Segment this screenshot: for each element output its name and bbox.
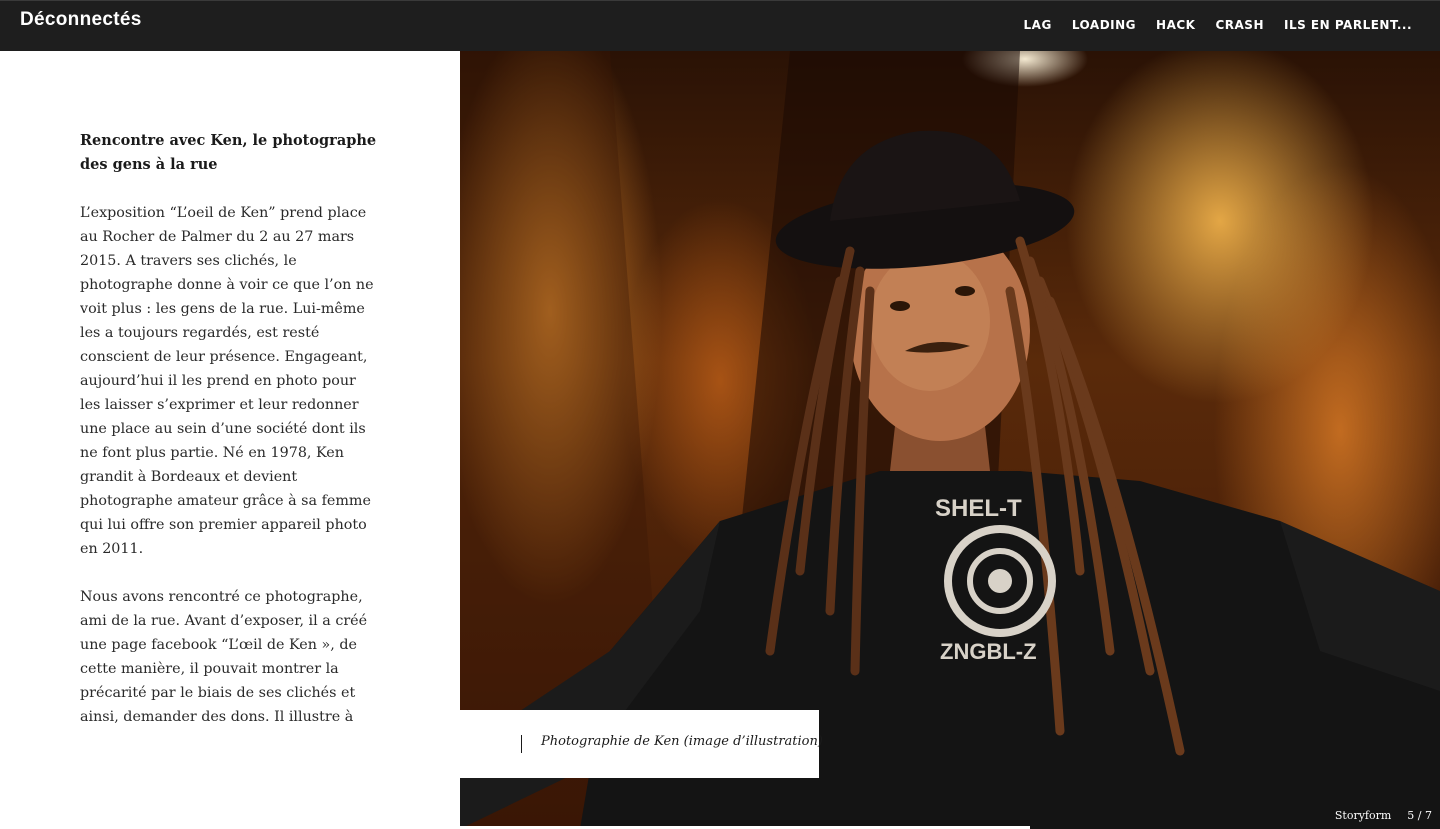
article-text-column: Rencontre avec Ken, le photographe des g… xyxy=(0,51,460,829)
article-paragraph: Nous avons rencontré ce photographe, ami… xyxy=(80,589,368,725)
shirt-text-top: SHEL-T xyxy=(935,495,1022,522)
top-navigation-bar: Déconnectés LAG LOADING HACK CRASH ILS E… xyxy=(0,0,1440,51)
nav-item-loading[interactable]: LOADING xyxy=(1072,18,1136,32)
nav-item-ils-en-parlent[interactable]: ILS EN PARLENT... xyxy=(1284,18,1412,32)
article-body[interactable]: L’exposition “L’oeil de Ken” prend place… xyxy=(80,201,380,729)
site-title[interactable]: Déconnectés xyxy=(20,9,142,31)
page-indicator: 5 / 7 xyxy=(1407,808,1432,822)
article-title: Rencontre avec Ken, le photographe des g… xyxy=(80,132,377,173)
storyform-brand[interactable]: Storyform xyxy=(1335,809,1391,822)
article-paragraph: L’exposition “L’oeil de Ken” prend place… xyxy=(80,205,374,557)
main-nav: LAG LOADING HACK CRASH ILS EN PARLENT... xyxy=(1024,18,1412,32)
photo-caption: Photographie de Ken (image d’illustratio… xyxy=(541,734,823,749)
nav-item-hack[interactable]: HACK xyxy=(1156,18,1195,32)
caption-divider xyxy=(521,735,522,753)
story-footer: Storyform 5 / 7 xyxy=(1323,801,1440,829)
shirt-text-bottom: ZNGBL-Z xyxy=(940,639,1037,664)
photo-caption-box: Photographie de Ken (image d’illustratio… xyxy=(460,710,823,778)
nav-item-crash[interactable]: CRASH xyxy=(1215,18,1264,32)
nav-item-lag[interactable]: LAG xyxy=(1024,18,1052,32)
